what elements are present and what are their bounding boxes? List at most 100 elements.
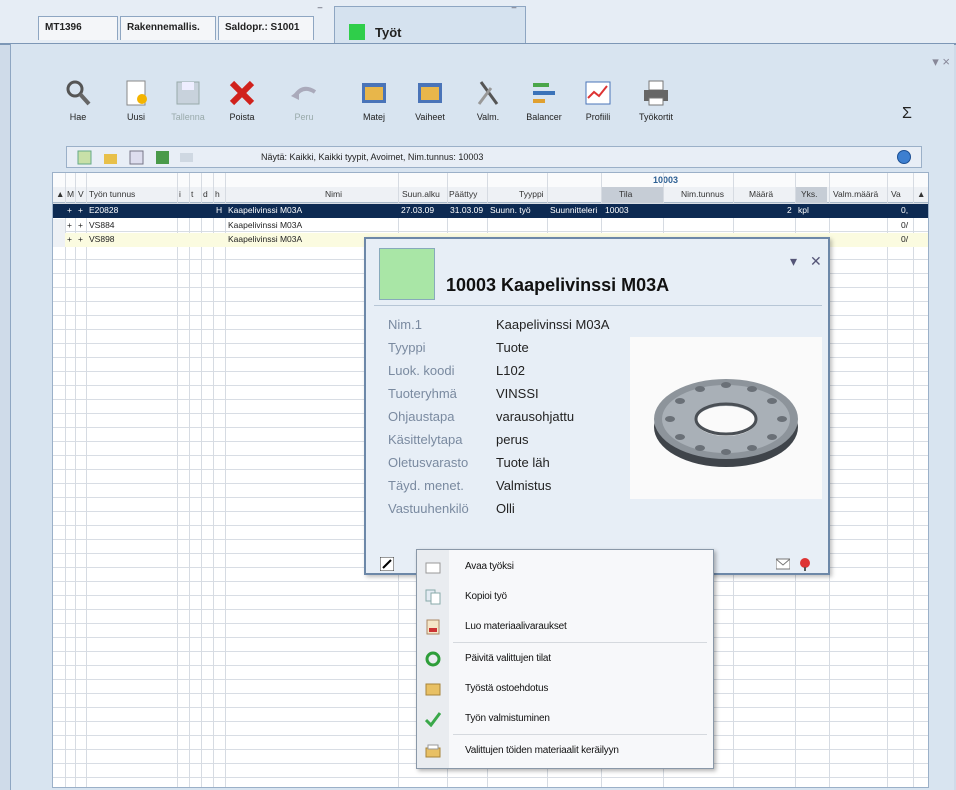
search-button[interactable]: Hae bbox=[56, 78, 100, 122]
filter-code[interactable]: 10003 bbox=[653, 175, 678, 185]
col-t[interactable]: t bbox=[191, 189, 193, 199]
valm-button[interactable]: Valm. bbox=[466, 78, 510, 122]
profile-button[interactable]: Profiili bbox=[576, 78, 620, 122]
cell-id: E20828 bbox=[89, 205, 119, 215]
grid-settings-icon[interactable] bbox=[129, 150, 144, 165]
table-row[interactable]: + + E20828 H Kaapelivinssi M03A 27.03.09… bbox=[53, 204, 928, 218]
grid-line bbox=[213, 173, 214, 787]
property-key: Käsittelytapa bbox=[388, 432, 463, 447]
col-code[interactable]: Nim.tunnus bbox=[681, 189, 724, 199]
menu-item-work-completion[interactable]: Työn valmistuminen bbox=[417, 704, 713, 734]
materials-icon bbox=[362, 83, 386, 103]
scroll-up-icon[interactable]: ▲ bbox=[917, 189, 925, 199]
filter-icon[interactable] bbox=[77, 150, 92, 165]
col-h[interactable]: h bbox=[215, 189, 220, 199]
property-key: Täyd. menet. bbox=[388, 478, 464, 493]
menu-item-purchase-proposal[interactable]: Työstä ostoehdotus bbox=[417, 674, 713, 704]
new-label: Uusi bbox=[126, 112, 145, 122]
col-m[interactable]: M bbox=[67, 189, 74, 199]
menu-item-create-reservations[interactable]: Luo materiaalivaraukset bbox=[417, 612, 713, 642]
col-qty[interactable]: Määrä bbox=[749, 189, 773, 199]
delete-button[interactable]: Poista bbox=[220, 78, 264, 122]
save-label: Tallenna bbox=[171, 112, 205, 122]
popup-menu-icon[interactable]: ▾ bbox=[790, 253, 797, 270]
cell-m[interactable]: + bbox=[67, 234, 72, 244]
menu-item-label: Luo materiaalivaraukset bbox=[465, 621, 567, 632]
new-button[interactable]: Uusi bbox=[114, 78, 158, 122]
property-row: Täyd. menet. Valmistus bbox=[388, 478, 551, 500]
col-status[interactable]: Tila bbox=[619, 189, 632, 199]
property-value: perus bbox=[496, 432, 529, 447]
tab-bar: MT1396 Rakennemallis. Saldopr.: S1001 ‾ … bbox=[0, 0, 956, 45]
menu-item-label: Valittujen töiden materiaalit keräilyyn bbox=[465, 745, 619, 756]
columns-icon[interactable] bbox=[179, 150, 194, 165]
col-va[interactable]: Va bbox=[891, 189, 901, 199]
col-done-qty[interactable]: Valm.määrä bbox=[833, 189, 878, 199]
cell-start: 27.03.09 bbox=[401, 205, 435, 215]
popup-close-icon[interactable]: ✕ bbox=[810, 253, 822, 270]
tab-saldopr[interactable]: Saldopr.: S1001 bbox=[218, 16, 314, 40]
phases-icon bbox=[418, 83, 442, 103]
balancer-button[interactable]: Balancer bbox=[522, 78, 566, 122]
item-info-popup: 10003 Kaapelivinssi M03A ▾ ✕ Nim.1 Kaapel… bbox=[364, 237, 830, 575]
folder-icon[interactable] bbox=[103, 150, 118, 165]
grid-line bbox=[177, 173, 178, 787]
work-cards-label: Työkortit bbox=[638, 112, 673, 122]
save-icon bbox=[176, 81, 200, 105]
property-row: Vastuuhenkilö Olli bbox=[388, 501, 515, 523]
tab-close-icon[interactable]: ‾ bbox=[318, 6, 322, 20]
tab-close-icon[interactable]: ‾ bbox=[512, 6, 516, 20]
cell-end: 31.03.09 bbox=[450, 205, 484, 215]
sigma-button[interactable]: Σ bbox=[902, 105, 912, 123]
delete-label: Poista bbox=[229, 112, 255, 122]
materials-button[interactable]: Matej bbox=[352, 78, 396, 122]
grid-header: ▲ M V Työn tunnus i t d h Nimi Suun.alku… bbox=[53, 187, 928, 203]
col-d[interactable]: d bbox=[203, 189, 208, 199]
menu-item-copy-work[interactable]: Kopioi työ bbox=[417, 582, 713, 612]
profile-label: Profiili bbox=[585, 112, 611, 122]
phases-button[interactable]: Vaiheet bbox=[408, 78, 452, 122]
cell-qty: 2 bbox=[787, 205, 792, 215]
export-icon[interactable] bbox=[155, 150, 170, 165]
cell-v[interactable]: + bbox=[78, 205, 83, 215]
work-cards-button[interactable]: Työkortit bbox=[634, 78, 678, 122]
undo-button[interactable]: Peru bbox=[282, 78, 326, 122]
cell-m[interactable]: + bbox=[67, 220, 72, 230]
open-link-icon[interactable] bbox=[380, 557, 394, 571]
save-button[interactable]: Tallenna bbox=[166, 78, 210, 122]
grid-line bbox=[225, 173, 226, 787]
menu-item-materials-to-picking[interactable]: Valittujen töiden materiaalit keräilyyn bbox=[417, 736, 713, 766]
profile-chart-icon bbox=[585, 81, 611, 105]
tab-tyot[interactable]: Työt bbox=[334, 6, 526, 44]
menu-item-open-as-work[interactable]: Avaa työksi bbox=[417, 552, 713, 582]
menu-item-refresh-status[interactable]: Päivitä valittujen tilat bbox=[417, 644, 713, 674]
info-icon[interactable] bbox=[897, 150, 911, 164]
sort-arrow-icon[interactable]: ▲ bbox=[56, 189, 64, 199]
purchase-icon bbox=[425, 683, 441, 696]
col-name[interactable]: Nimi bbox=[325, 189, 342, 199]
grid-line bbox=[887, 173, 888, 787]
picking-icon bbox=[425, 744, 441, 758]
email-icon[interactable] bbox=[776, 557, 790, 571]
tab-rakennemallis[interactable]: Rakennemallis. bbox=[120, 16, 216, 40]
cell-name: Kaapelivinssi M03A bbox=[228, 205, 303, 215]
col-i[interactable]: i bbox=[179, 189, 181, 199]
col-type[interactable]: Tyyppi bbox=[519, 189, 544, 199]
tab-mt1396[interactable]: MT1396 bbox=[38, 16, 118, 40]
col-id[interactable]: Työn tunnus bbox=[89, 189, 135, 199]
green-square-icon bbox=[349, 24, 365, 40]
cell-m[interactable]: + bbox=[67, 205, 72, 215]
property-key: Tuoteryhmä bbox=[388, 386, 457, 401]
cell-v[interactable]: + bbox=[78, 234, 83, 244]
col-unit[interactable]: Yks. bbox=[801, 189, 818, 199]
cell-v[interactable]: + bbox=[78, 220, 83, 230]
filter-text[interactable]: Näytä: Kaikki, Kaikki tyypit, Avoimet, N… bbox=[261, 152, 483, 162]
cell-id: VS898 bbox=[89, 234, 115, 244]
col-v[interactable]: V bbox=[78, 189, 84, 199]
table-row[interactable]: + + VS884 Kaapelivinssi M03A 0/ bbox=[53, 219, 928, 233]
col-end[interactable]: Päättyy bbox=[449, 189, 477, 199]
col-start[interactable]: Suun.alku bbox=[402, 189, 440, 199]
menu-item-label: Avaa työksi bbox=[465, 561, 514, 572]
window-close-icon[interactable]: ▾ × bbox=[932, 54, 950, 70]
pin-icon[interactable] bbox=[798, 557, 812, 571]
